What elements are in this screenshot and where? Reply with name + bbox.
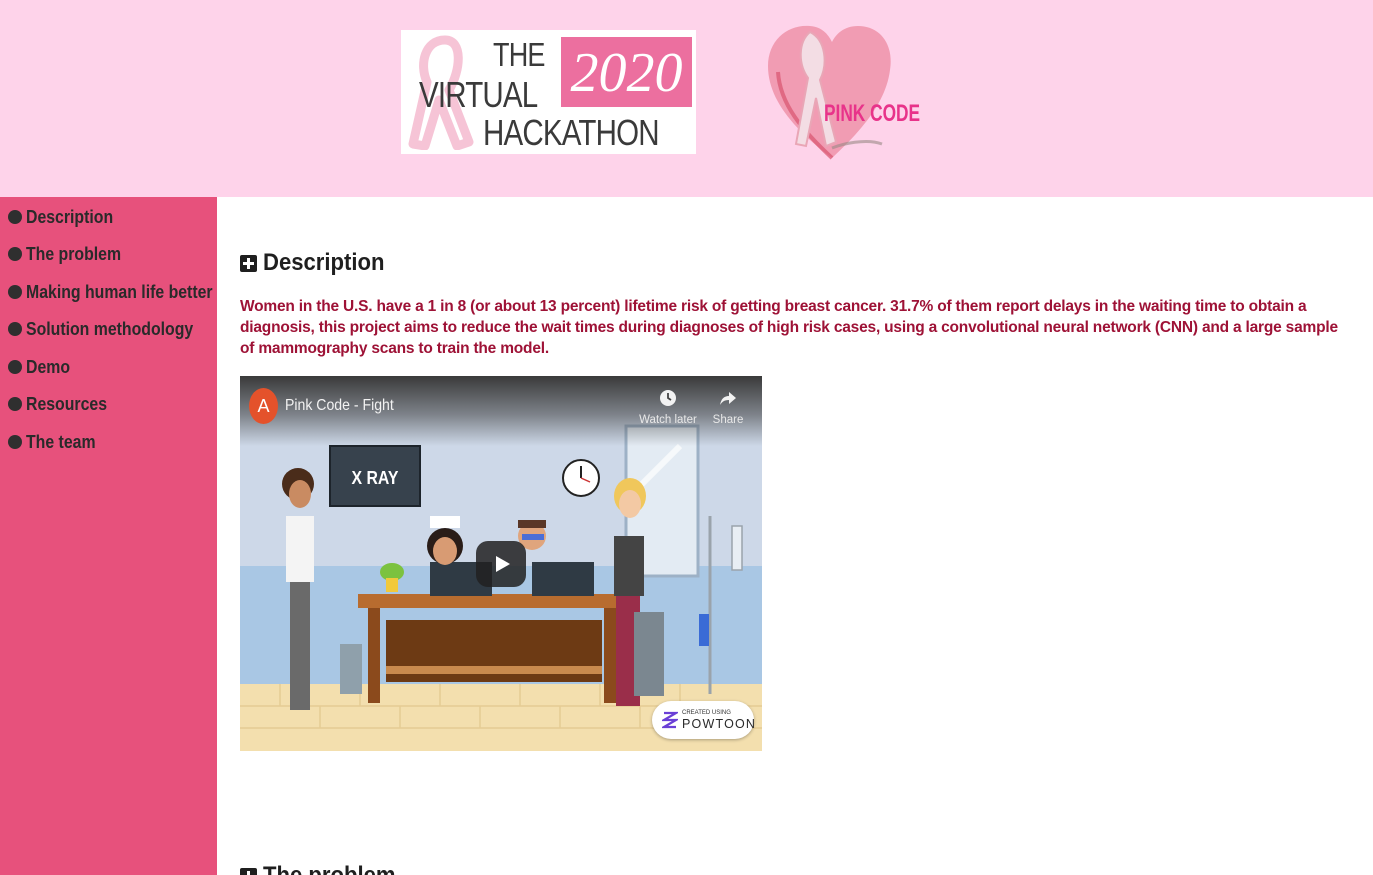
bullet-icon xyxy=(8,210,22,224)
watch-later-label: Watch later xyxy=(639,414,697,426)
site-header: THE VIRTUAL HACKATHON 2020 PINK CODE xyxy=(0,0,1373,197)
clock-icon xyxy=(660,390,676,406)
sidebar-item-the-problem[interactable]: The problem xyxy=(8,242,134,266)
plus-square-icon[interactable] xyxy=(240,867,257,875)
logo-word-the: THE xyxy=(493,36,545,73)
sidebar-item-description[interactable]: Description xyxy=(8,205,125,229)
sidebar-item-label: Making human life better xyxy=(26,281,213,302)
logo-year-box: 2020 xyxy=(561,37,692,107)
share-label: Share xyxy=(712,414,744,426)
sidebar-item-making-human-life-better[interactable]: Making human life better xyxy=(8,280,238,304)
bullet-icon xyxy=(8,397,22,411)
sidebar-item-demo[interactable]: Demo xyxy=(8,355,76,379)
logo-word-virtual: VIRTUAL xyxy=(419,74,538,115)
share-button[interactable]: Share xyxy=(698,389,758,426)
play-button[interactable] xyxy=(476,541,526,587)
logo-word-hackathon: HACKATHON xyxy=(483,112,660,153)
channel-avatar[interactable]: A xyxy=(249,388,278,424)
the-problem-title: The problem xyxy=(263,862,395,875)
sidebar-item-label: Solution methodology xyxy=(26,318,194,339)
powtoon-wordmark: POWTOON xyxy=(682,717,757,731)
pink-code-text: PINK CODE xyxy=(824,100,921,127)
sidebar-item-label: The problem xyxy=(26,243,122,264)
powtoon-logo-icon xyxy=(662,711,678,729)
watch-later-button[interactable]: Watch later xyxy=(638,389,698,426)
sidebar-item-solution-methodology[interactable]: Solution methodology xyxy=(8,317,216,341)
sidebar-item-resources[interactable]: Resources xyxy=(8,392,118,416)
youtube-video-embed[interactable]: A Pink Code - Fight Watch later Share X … xyxy=(240,376,762,751)
description-heading[interactable]: Description xyxy=(240,249,395,277)
pink-code-logo: PINK CODE xyxy=(762,18,920,168)
virtual-hackathon-logo: THE VIRTUAL HACKATHON 2020 xyxy=(401,30,696,154)
sidebar-item-label: The team xyxy=(26,431,96,452)
bullet-icon xyxy=(8,285,22,299)
bullet-icon xyxy=(8,435,22,449)
heart-ribbon-icon xyxy=(768,25,891,160)
sidebar-item-label: Resources xyxy=(26,393,108,414)
plus-square-icon[interactable] xyxy=(240,254,257,272)
powtoon-created-using: CREATED USING xyxy=(682,710,731,716)
bullet-icon xyxy=(8,322,22,336)
sidebar-item-label: Demo xyxy=(26,356,71,377)
powtoon-badge[interactable]: CREATED USING POWTOON xyxy=(652,701,757,739)
description-title: Description xyxy=(263,249,385,276)
the-problem-heading[interactable]: The problem xyxy=(240,862,407,875)
share-arrow-icon xyxy=(720,392,736,405)
xray-screen-text: X RAY xyxy=(351,468,399,488)
sidebar-item-label: Description xyxy=(26,206,114,227)
sidebar-nav: Description The problem Making human lif… xyxy=(0,197,217,875)
sidebar-item-the-team[interactable]: The team xyxy=(8,430,105,454)
bullet-icon xyxy=(8,247,22,261)
bullet-icon xyxy=(8,360,22,374)
description-text: Women in the U.S. have a 1 in 8 (or abou… xyxy=(240,298,1338,357)
video-title[interactable]: Pink Code - Fight xyxy=(285,397,394,415)
logo-year: 2020 xyxy=(570,42,683,104)
